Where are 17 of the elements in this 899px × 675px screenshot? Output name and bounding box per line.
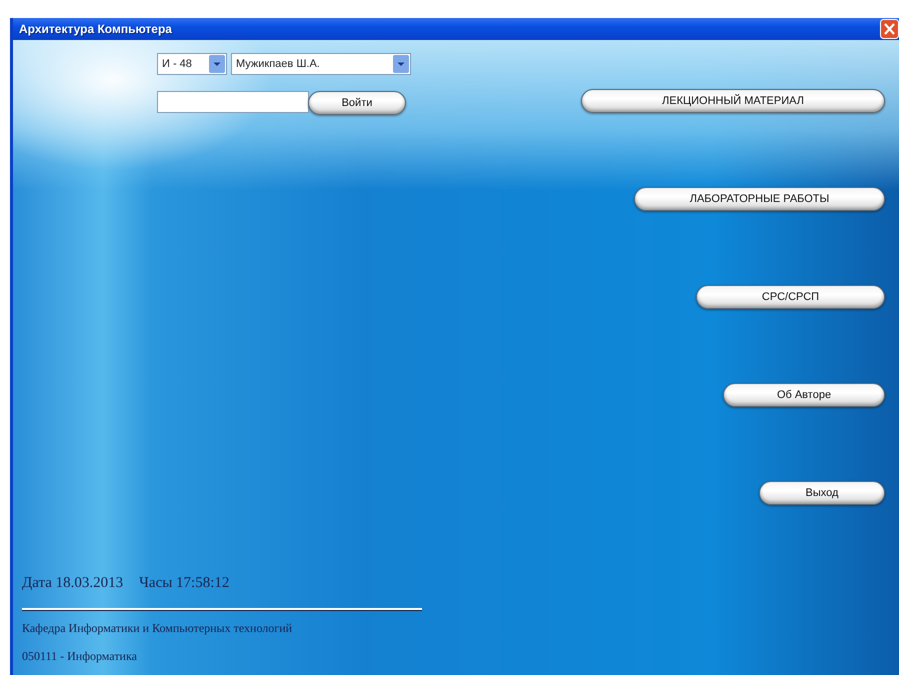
menu-button[interactable]: ЛАБОРАТОРНЫЕ РАБОТЫ (634, 187, 885, 211)
time-text: Часы 17:58:12 (139, 574, 230, 592)
menu-button[interactable]: СРС/СРСП (696, 285, 885, 309)
dropdown-value: Мужикпаев Ш.А. (236, 56, 320, 72)
menu-button[interactable]: Выход (759, 481, 885, 505)
login-button[interactable]: Войти (308, 91, 406, 115)
footer-text: Кафедра Информатики и Компьютерных технологий (22, 620, 294, 637)
dropdown[interactable]: Мужикпаев Ш.А. (231, 53, 411, 75)
window-title: Архитектура Компьютера (19, 21, 172, 38)
menu-button[interactable]: Об Авторе (723, 383, 885, 407)
dropdown[interactable]: И - 48 (157, 53, 227, 75)
footer-text: 050111 - Информатика (22, 648, 138, 665)
date-text: Дата 18.03.2013 (22, 574, 124, 592)
close-icon[interactable] (880, 19, 899, 39)
dropdown-value: И - 48 (162, 56, 192, 72)
password-field[interactable] (157, 91, 309, 113)
menu-button[interactable]: ЛЕКЦИОННЫЙ МАТЕРИАЛ (581, 89, 885, 113)
